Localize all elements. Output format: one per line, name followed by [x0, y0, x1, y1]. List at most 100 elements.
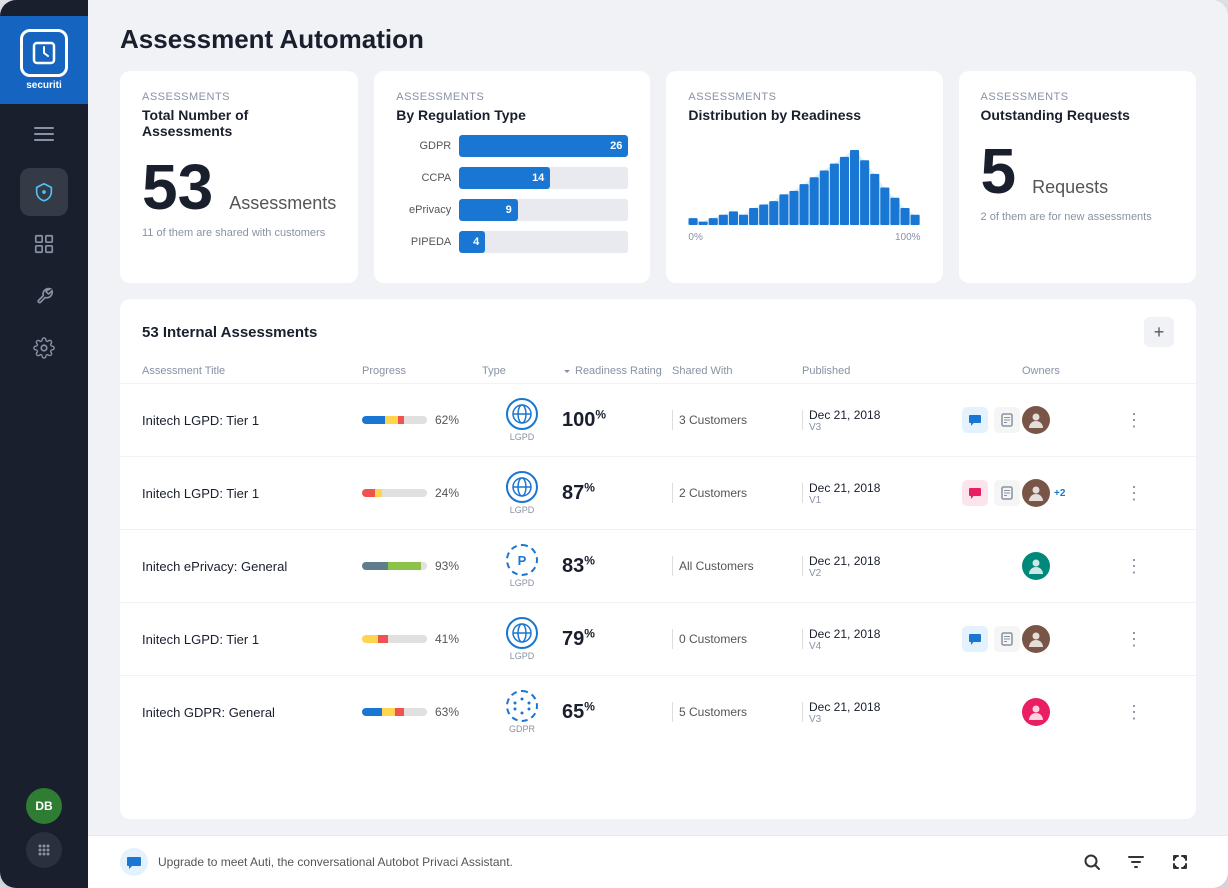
readiness-cell: 79% [562, 627, 672, 652]
dist-bar-rect [749, 208, 758, 225]
chat-icon [968, 486, 982, 500]
user-initials: DB [35, 799, 52, 813]
published-cell: Dec 21, 2018 V3 [802, 700, 962, 725]
more-options-button[interactable]: ⋮ [1122, 700, 1146, 724]
progress-segment [388, 562, 421, 570]
sidebar-item-security[interactable] [20, 168, 68, 216]
dist-bar-rect [719, 215, 728, 225]
progress-segment [362, 562, 388, 570]
sidebar-item-dashboard[interactable] [20, 220, 68, 268]
table-row: Initech LGPD: Tier 1 62% LGPD 100% [120, 383, 1196, 456]
sidebar-item-settings[interactable] [20, 324, 68, 372]
table-row: Initech LGPD: Tier 1 41% LGPD 79% [120, 602, 1196, 675]
pub-date: Dec 21, 2018 [809, 481, 880, 495]
owner-avatar [1022, 552, 1050, 580]
search-button[interactable] [1076, 846, 1108, 878]
stat-title-2: By Regulation Type [396, 107, 628, 123]
progress-percent: 93% [435, 559, 459, 573]
actions-cell [962, 480, 1022, 506]
progress-bar [362, 416, 427, 424]
col-header-more [1122, 365, 1162, 377]
main-content: Assessment Automation Assessments Total … [88, 0, 1228, 888]
chatbot-banner: Upgrade to meet Auti, the conversational… [120, 848, 513, 876]
stat-section-label-1: Assessments [142, 91, 336, 103]
owners-col [1022, 406, 1122, 434]
type-label: LGPD [510, 651, 535, 661]
progress-percent: 62% [435, 413, 459, 427]
dist-bar-rect [770, 201, 779, 225]
assessment-title: Initech LGPD: Tier 1 [142, 632, 362, 647]
sidebar-bottom: DB [26, 776, 62, 888]
person-icon [1026, 629, 1046, 649]
type-badge: GDPR [482, 690, 562, 734]
dist-bar-rect [881, 188, 890, 226]
progress-segment [421, 562, 428, 570]
dots-menu-button[interactable] [26, 832, 62, 868]
bottom-actions [1076, 846, 1196, 878]
divider [802, 629, 803, 649]
readiness-value: 65% [562, 701, 595, 723]
doc-icon-button[interactable] [994, 407, 1020, 433]
type-cell: LGPD [482, 398, 562, 442]
owners-cell [1022, 406, 1122, 434]
bar-label: ePrivacy [396, 204, 451, 216]
table-column-headers: Assessment Title Progress Type Readiness… [120, 359, 1196, 383]
sidebar-item-tools[interactable] [20, 272, 68, 320]
progress-bar [362, 708, 427, 716]
progress-percent: 63% [435, 705, 459, 719]
readiness-cell: 87% [562, 481, 672, 506]
doc-icon-button[interactable] [994, 480, 1020, 506]
progress-cell: 41% [362, 632, 482, 646]
page-header: Assessment Automation [88, 0, 1228, 71]
chat-icon-button[interactable] [962, 407, 988, 433]
stat-unit-1: Assessments [229, 193, 336, 214]
user-avatar[interactable]: DB [26, 788, 62, 824]
chatbot-text: Upgrade to meet Auti, the conversational… [158, 855, 513, 869]
dist-bar-rect [911, 215, 920, 225]
regulation-bar-row: GDPR 26 [396, 135, 628, 157]
bar-label: PIPEDA [396, 236, 451, 248]
type-badge: P LGPD [482, 544, 562, 588]
type-cell: GDPR [482, 690, 562, 734]
chat-icon-button[interactable] [962, 626, 988, 652]
chat-icon-button[interactable] [962, 480, 988, 506]
hamburger-button[interactable] [0, 112, 88, 156]
doc-icon-button[interactable] [994, 626, 1020, 652]
chat-icon [968, 413, 982, 427]
regulation-bar-row: CCPA 14 [396, 167, 628, 189]
divider [802, 410, 803, 430]
dots-circle-icon [512, 696, 532, 716]
more-options-button[interactable]: ⋮ [1122, 408, 1146, 432]
shield-icon [33, 181, 55, 203]
progress-cell: 63% [362, 705, 482, 719]
bar-value: 14 [532, 172, 544, 184]
assessment-title: Initech LGPD: Tier 1 [142, 486, 362, 501]
owners-col: +2 [1022, 479, 1122, 507]
type-label: GDPR [509, 724, 535, 734]
divider [672, 629, 673, 649]
search-icon [1082, 852, 1102, 872]
type-icon [506, 398, 538, 430]
dist-axis-start: 0% [688, 232, 702, 243]
col-header-published: Published [802, 365, 962, 377]
logo[interactable]: securiti [0, 16, 88, 104]
bar-fill: 14 [459, 167, 550, 189]
readiness-value: 83% [562, 555, 595, 577]
filter-button[interactable] [1120, 846, 1152, 878]
more-options-button[interactable]: ⋮ [1122, 481, 1146, 505]
bar-track: 26 [459, 135, 628, 157]
owners-extra-count: +2 [1054, 488, 1065, 499]
col-header-readiness[interactable]: Readiness Rating [562, 365, 672, 377]
globe-icon [511, 403, 533, 425]
shared-cell: 3 Customers [672, 410, 802, 430]
add-assessment-button[interactable]: + [1144, 317, 1174, 347]
assessments-table-section: 53 Internal Assessments + Assessment Tit… [120, 299, 1196, 819]
more-options-button[interactable]: ⋮ [1122, 627, 1146, 651]
dist-bar-rect [709, 218, 718, 225]
dist-bar-rect [850, 150, 859, 225]
pub-version: V3 [809, 714, 880, 725]
expand-button[interactable] [1164, 846, 1196, 878]
type-icon [506, 690, 538, 722]
more-options-button[interactable]: ⋮ [1122, 554, 1146, 578]
dist-bar-rect [800, 184, 809, 225]
